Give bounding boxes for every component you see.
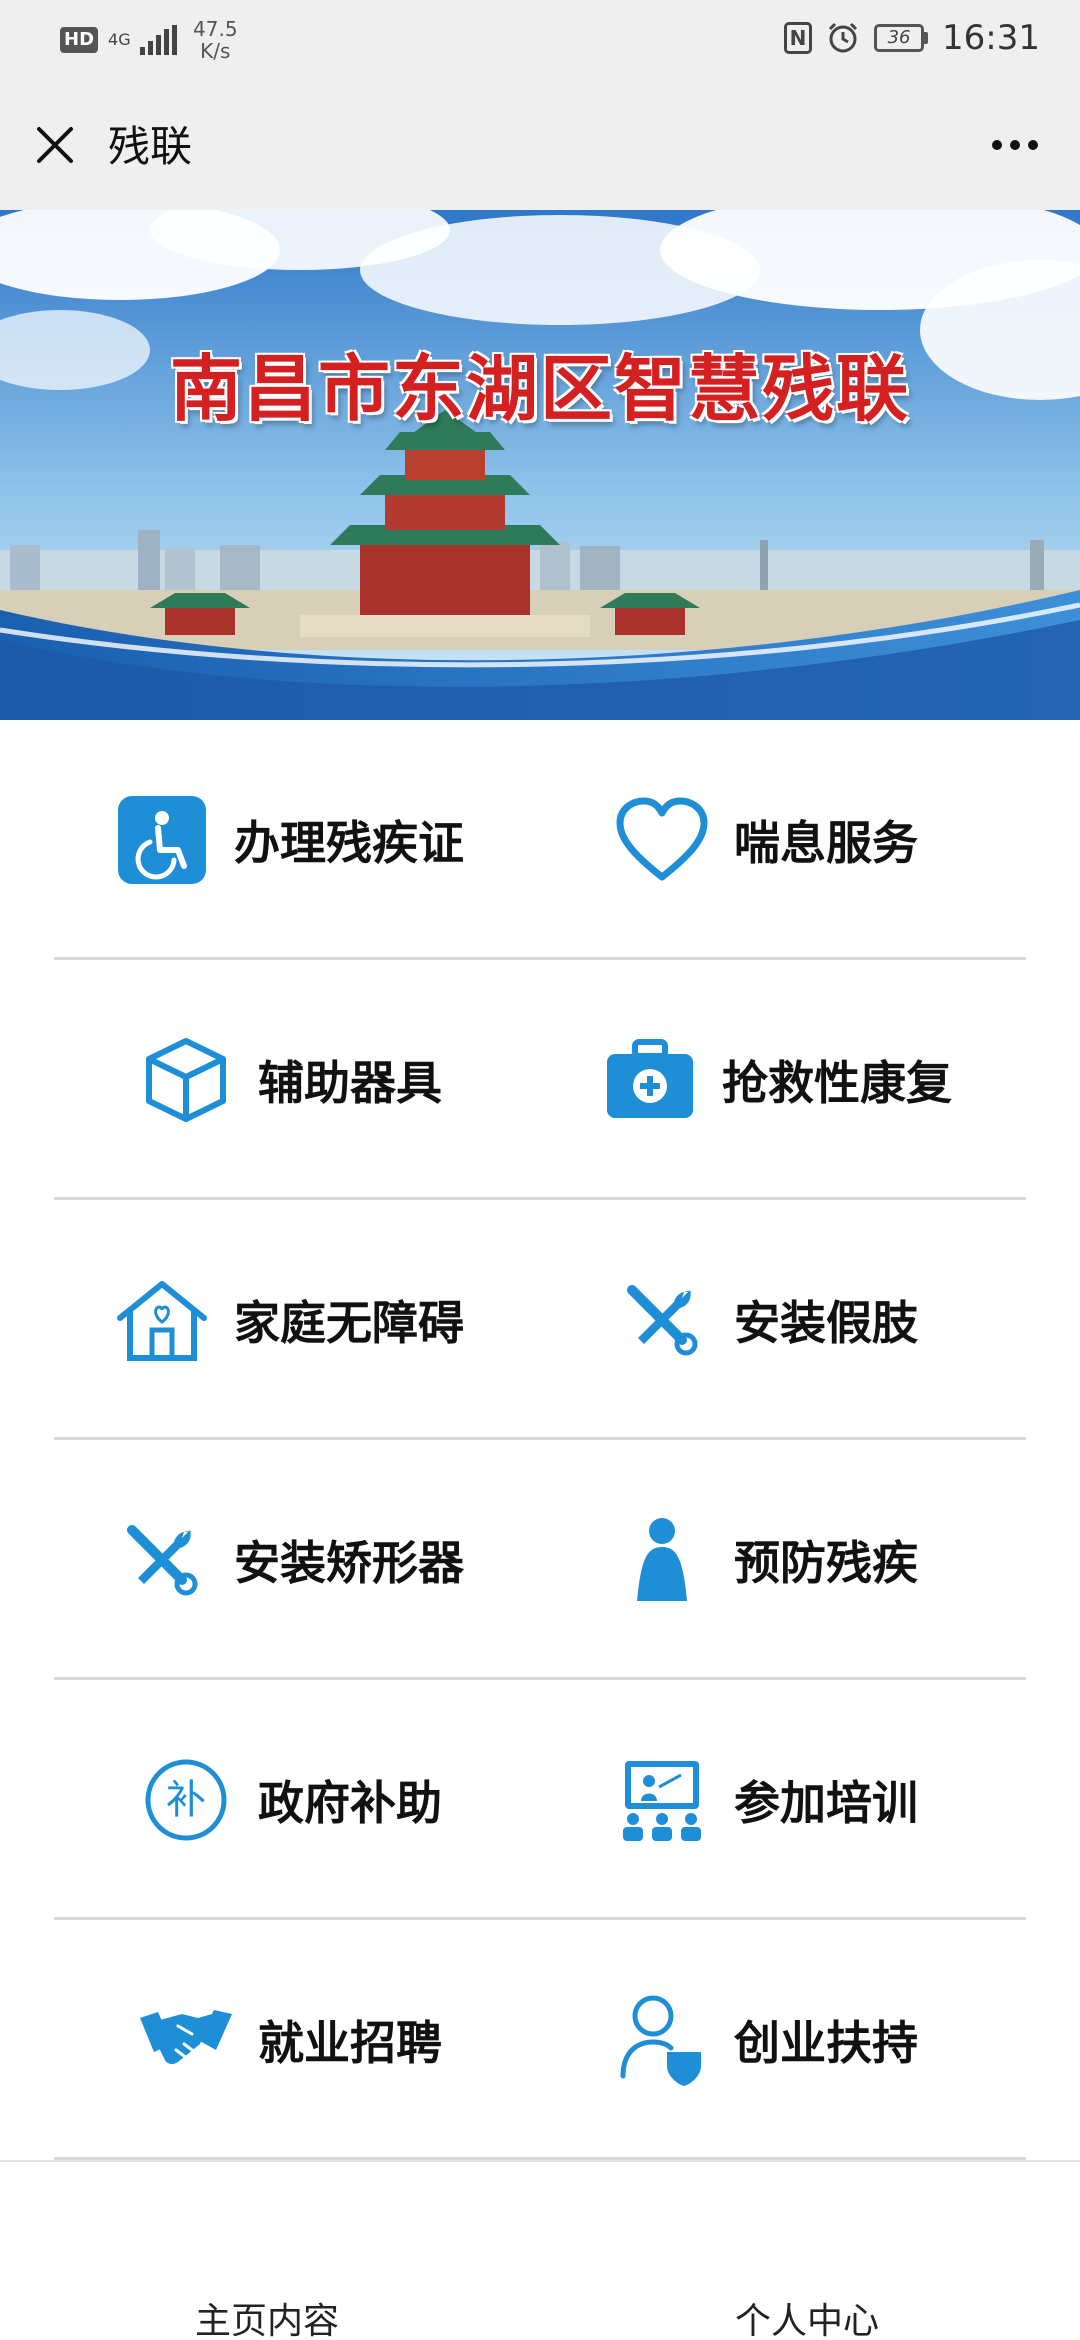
menu-item-entrepreneurship[interactable]: 创业扶持	[614, 1920, 918, 2160]
menu-row: 就业招聘 创业扶持	[54, 1920, 1026, 2160]
menu-item-employment[interactable]: 就业招聘	[138, 1920, 442, 2160]
more-dot	[1028, 140, 1038, 150]
menu-item-disability-card[interactable]: 办理残疾证	[114, 720, 464, 960]
battery-level: 36	[874, 24, 925, 52]
service-menu: 办理残疾证 喘息服务 辅助器具 抢救性康复 家庭无障碍 安装假肢 安装矫形器 预…	[0, 720, 1080, 2160]
menu-item-home-accessibility[interactable]: 家庭无障碍	[114, 1200, 464, 1440]
menu-item-label: 创业扶持	[734, 2016, 918, 2070]
menu-item-disability-prevention[interactable]: 预防残疾	[614, 1440, 918, 1680]
tab-personal-center[interactable]: 个人中心	[735, 2292, 879, 2340]
bottom-tab-bar: 主页内容 个人中心	[0, 2160, 1080, 2340]
close-button[interactable]	[30, 120, 80, 170]
page-title: 残联	[108, 122, 193, 171]
menu-item-rescue-rehab[interactable]: 抢救性康复	[602, 960, 952, 1200]
signal-icon	[140, 25, 178, 55]
menu-item-label: 参加培训	[734, 1776, 918, 1830]
subsidy-glyph: 补	[166, 1777, 206, 1823]
alarm-icon	[828, 22, 858, 53]
hd-badge: HD	[60, 27, 99, 53]
banner-title: 南昌市东湖区智慧残联	[169, 347, 910, 431]
menu-item-label: 抢救性康复	[722, 1056, 952, 1110]
tools-icon	[614, 1272, 710, 1368]
battery-icon: 36	[874, 24, 929, 52]
menu-row: 办理残疾证 喘息服务	[54, 720, 1026, 960]
training-icon	[614, 1752, 710, 1848]
menu-row: 补 政府补助 参加培训	[54, 1680, 1026, 1920]
nfc-icon: N	[784, 22, 813, 54]
tools-icon	[114, 1512, 210, 1608]
menu-item-label: 辅助器具	[258, 1056, 442, 1110]
menu-item-label: 家庭无障碍	[234, 1296, 464, 1350]
menu-item-assistive-devices[interactable]: 辅助器具	[138, 960, 442, 1200]
menu-item-respite-service[interactable]: 喘息服务	[614, 720, 918, 960]
banner-image	[0, 210, 1080, 720]
user-shield-icon	[614, 1992, 710, 2088]
menu-item-label: 喘息服务	[734, 816, 918, 870]
subsidy-icon: 补	[138, 1752, 234, 1848]
menu-item-orthotics[interactable]: 安装矫形器	[114, 1440, 464, 1680]
network-type: 4G	[108, 30, 131, 49]
more-dot	[1010, 140, 1020, 150]
menu-item-label: 安装矫形器	[234, 1536, 464, 1590]
cube-icon	[138, 1032, 234, 1128]
medical-kit-icon	[602, 1032, 698, 1128]
menu-item-label: 政府补助	[258, 1776, 442, 1830]
menu-row: 家庭无障碍 安装假肢	[54, 1200, 1026, 1440]
net-speed-value: 47.5	[193, 17, 238, 41]
more-dot	[992, 140, 1002, 150]
clock: 16:31	[942, 18, 1040, 58]
more-button[interactable]	[980, 120, 1050, 170]
banner: 南昌市东湖区智慧残联	[0, 210, 1080, 720]
home-heart-icon	[114, 1272, 210, 1368]
heart-icon	[614, 792, 710, 888]
menu-row: 辅助器具 抢救性康复	[54, 960, 1026, 1200]
status-bar: HD 4G 47.5 K/s N 36 16:31	[0, 0, 1080, 80]
net-speed: 47.5 K/s	[193, 18, 238, 62]
nav-bar: 残联	[0, 80, 1080, 210]
net-speed-unit: K/s	[200, 39, 231, 63]
menu-item-label: 就业招聘	[258, 2016, 442, 2070]
handshake-icon	[138, 1992, 234, 2088]
person-icon	[614, 1512, 710, 1608]
menu-item-training[interactable]: 参加培训	[614, 1680, 918, 1920]
close-icon	[37, 127, 73, 163]
menu-item-prosthetics[interactable]: 安装假肢	[614, 1200, 918, 1440]
wheelchair-icon	[114, 792, 210, 888]
menu-item-label: 安装假肢	[734, 1296, 918, 1350]
menu-item-government-subsidy[interactable]: 补 政府补助	[138, 1680, 442, 1920]
tab-home[interactable]: 主页内容	[195, 2292, 339, 2340]
menu-item-label: 办理残疾证	[234, 816, 464, 870]
menu-item-label: 预防残疾	[734, 1536, 918, 1590]
menu-row: 安装矫形器 预防残疾	[54, 1440, 1026, 1680]
